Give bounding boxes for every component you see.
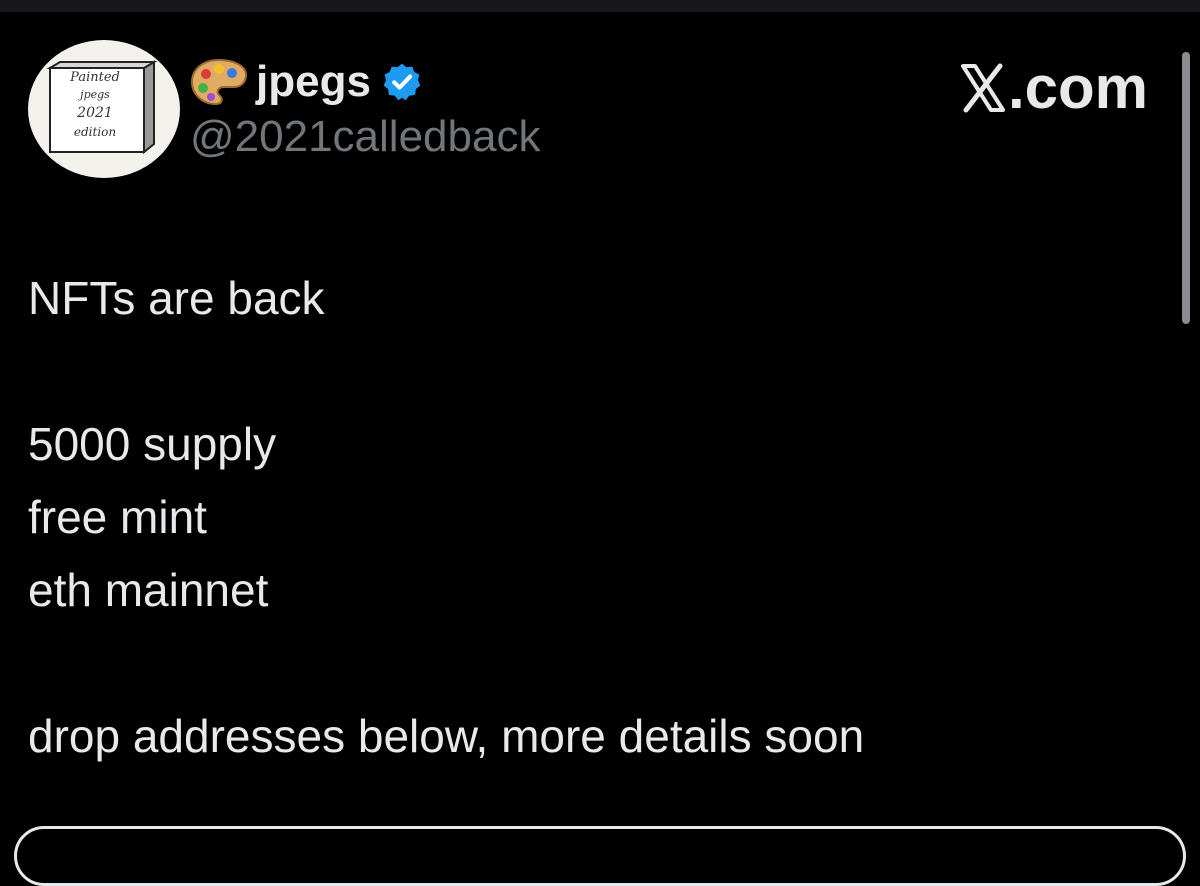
avatar-text-line: 2021 [77, 105, 113, 121]
author-name-row[interactable]: jpegs [190, 52, 423, 112]
tweet-line: drop addresses below, more details soon [28, 710, 865, 762]
avatar-text-line: jpegs [80, 88, 110, 101]
verified-badge-icon [383, 63, 421, 101]
tweet-line: eth mainnet [28, 564, 269, 616]
tweet-line: NFTs are back [28, 272, 325, 324]
artist-palette-icon [190, 58, 248, 106]
brand-domain-text: .com [1007, 54, 1148, 121]
tweet-text: NFTs are back 5000 supply free mint eth … [28, 262, 1148, 773]
avatar[interactable]: Painted jpegs 2021 edition [28, 40, 180, 178]
tweet-line: free mint [28, 491, 207, 543]
scrollbar[interactable] [1182, 52, 1190, 324]
avatar-text-line: edition [73, 125, 117, 139]
avatar-text-line: Painted [70, 70, 120, 85]
bottom-pill-button[interactable] [14, 826, 1186, 886]
x-com-watermark: .com [960, 58, 1148, 118]
tweet-line: 5000 supply [28, 418, 277, 470]
top-edge-bar [0, 0, 1200, 12]
x-logo-icon [960, 63, 1005, 113]
author-handle[interactable]: @2021calledback [190, 112, 540, 161]
author-display-name: jpegs [256, 57, 371, 106]
